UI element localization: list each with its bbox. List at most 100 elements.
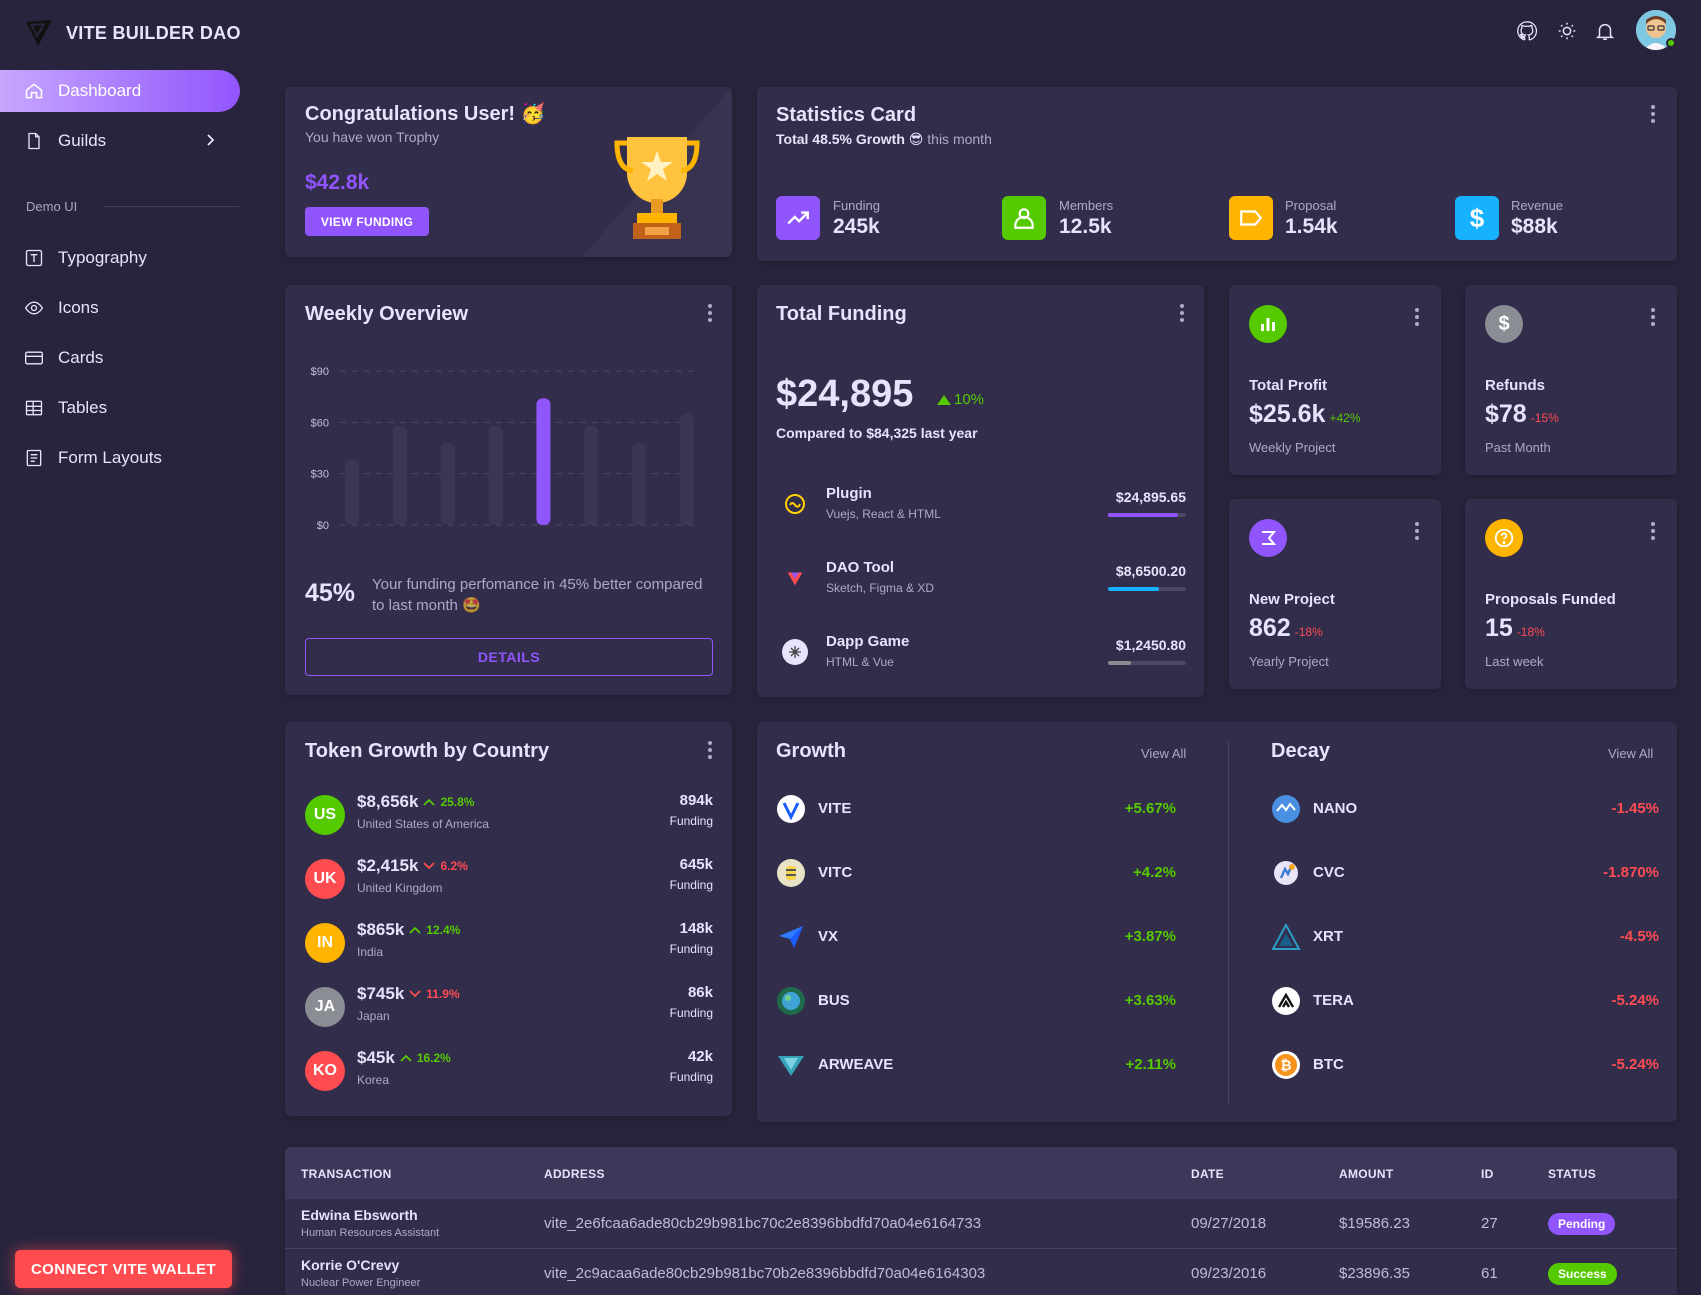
sidebar-item-guilds[interactable]: Guilds (0, 120, 240, 162)
trophy-icon (614, 137, 700, 239)
mini-card-sub: Weekly Project (1249, 440, 1336, 455)
weekly-bar-chart: $90 $60 $30 $0 (311, 366, 695, 532)
sidebar-item-typography[interactable]: Typography (0, 237, 240, 279)
eye-icon (24, 298, 44, 318)
transaction-id: 27 (1481, 1215, 1498, 1232)
transaction-amount: $19586.23 (1339, 1215, 1410, 1232)
country-name: United States of America (357, 817, 490, 831)
refunds-menu-button[interactable] (1643, 305, 1663, 329)
dapp-game-icon (782, 639, 808, 665)
bus-token-icon (776, 986, 806, 1021)
token-change: -5.24% (1611, 992, 1659, 1009)
table-header: ID (1481, 1167, 1494, 1181)
country-name: Japan (357, 1009, 390, 1023)
token-change: +2.11% (1125, 1056, 1176, 1073)
sidebar-divider (104, 206, 239, 207)
proposals-funded-menu-button[interactable] (1643, 519, 1663, 543)
statistics-menu-button[interactable] (1643, 102, 1663, 126)
total-profit-menu-button[interactable] (1407, 305, 1427, 329)
total-funding-menu-button[interactable] (1172, 301, 1192, 325)
weekly-bar (536, 398, 551, 525)
brand-name: VITE BUILDER DAO (66, 22, 241, 43)
brand[interactable]: VITE BUILDER DAO (24, 18, 241, 48)
country-row[interactable]: IN $865k 12.4% India 148k Funding (305, 920, 713, 966)
github-button[interactable] (1516, 20, 1540, 44)
country-change: 11.9% (426, 987, 460, 1001)
token-name: BTC (1313, 1056, 1344, 1073)
table-header-row (285, 1147, 1677, 1199)
stat-value: 1.54k (1285, 215, 1338, 238)
triangle-up-icon (937, 394, 951, 405)
country-funding: 42k (687, 1048, 713, 1065)
table-row[interactable]: Edwina Ebsworth Human Resources Assistan… (285, 1199, 1677, 1249)
growth-row[interactable]: VX +3.87% (776, 920, 1190, 954)
view-funding-button[interactable]: VIEW FUNDING (305, 207, 429, 236)
sidebar-item-form-layouts[interactable]: Form Layouts (0, 437, 240, 479)
country-row[interactable]: KO $45k 16.2% Korea 42k Funding (305, 1048, 713, 1094)
sidebar-item-label: Typography (58, 248, 147, 267)
dollar-icon: $ (1485, 305, 1523, 343)
token-change: +5.67% (1124, 800, 1176, 817)
funding-item-sub: HTML & Vue (826, 655, 894, 669)
token-name: TERA (1313, 992, 1354, 1009)
growth-row[interactable]: ARWEAVE +2.11% (776, 1048, 1190, 1082)
country-funding-label: Funding (669, 942, 713, 956)
chevron-up-icon (409, 921, 421, 939)
sidebar-item-dashboard[interactable]: Dashboard (0, 70, 240, 112)
country-row[interactable]: US $8,656k 25.8% United States of Americ… (305, 792, 713, 838)
country-amount-row: $2,415k 6.2% (357, 856, 468, 876)
funding-item-sub: Vuejs, React & HTML (826, 507, 941, 521)
sidebar-item-icons[interactable]: Icons (0, 287, 240, 329)
decay-view-all-link[interactable]: View All (1608, 746, 1653, 761)
weekly-menu-button[interactable] (700, 301, 720, 325)
table-header: STATUS (1548, 1167, 1597, 1181)
decay-row[interactable]: NANO -1.45% (1271, 792, 1659, 826)
country-amount-row: $745k 11.9% (357, 984, 460, 1004)
funding-item-name: DAO Tool (826, 559, 895, 576)
decay-row[interactable]: TERA -5.24% (1271, 984, 1659, 1018)
online-status-dot (1666, 38, 1676, 48)
country-amount: $8,656k (357, 792, 419, 811)
growth-row[interactable]: BUS +3.63% (776, 984, 1190, 1018)
transaction-role: Nuclear Power Engineer (301, 1277, 421, 1289)
country-name: United Kingdom (357, 881, 443, 895)
theme-toggle-button[interactable] (1556, 20, 1580, 44)
transaction-role: Human Resources Assistant (301, 1227, 440, 1239)
trophy-title: Congratulations User! 🥳 (305, 103, 546, 125)
funding-row[interactable]: Dapp Game HTML & Vue $1,2450.80 (776, 633, 1186, 681)
country-row[interactable]: UK $2,415k 6.2% United Kingdom 645k Fund… (305, 856, 713, 902)
token-name: XRT (1313, 928, 1343, 945)
connect-wallet-button[interactable]: CONNECT VITE WALLET (15, 1250, 232, 1288)
country-row[interactable]: JA $745k 11.9% Japan 86k Funding (305, 984, 713, 1030)
y-tick-label: $60 (311, 417, 329, 429)
decay-row[interactable]: ₿ BTC -5.24% (1271, 1048, 1659, 1082)
decay-row[interactable]: CVC -1.870% (1271, 856, 1659, 890)
token-growth-menu-button[interactable] (700, 738, 720, 762)
transactions-table: TRANSACTION ADDRESS DATE AMOUNT ID STATU… (285, 1147, 1677, 1295)
funding-row[interactable]: DAO Tool Sketch, Figma & XD $8,6500.20 (776, 559, 1186, 607)
new-project-menu-button[interactable] (1407, 519, 1427, 543)
sidebar-item-cards[interactable]: Cards (0, 337, 240, 379)
transaction-name: Edwina Ebsworth (301, 1207, 418, 1223)
y-tick-label: $90 (311, 366, 329, 378)
sun-icon (1558, 22, 1576, 40)
funding-row[interactable]: Plugin Vuejs, React & HTML $24,895.65 (776, 485, 1186, 533)
svg-text:₿: ₿ (1280, 1057, 1291, 1073)
growth-row[interactable]: VITE +5.67% (776, 792, 1190, 826)
country-amount: $745k (357, 984, 405, 1003)
details-button[interactable]: DETAILS (305, 638, 713, 676)
growth-view-all-link[interactable]: View All (1141, 746, 1186, 761)
revenue-dollar-icon: $ (1455, 196, 1499, 240)
sidebar-item-tables[interactable]: Tables (0, 387, 240, 429)
table-row[interactable]: Korrie O'Crevy Nuclear Power Engineer vi… (285, 1249, 1677, 1295)
sidebar-item-label: Guilds (58, 131, 107, 150)
party-emoji-icon: 🥳 (520, 103, 546, 125)
notifications-button[interactable] (1594, 20, 1618, 44)
country-avatar: UK (305, 859, 345, 899)
growth-row[interactable]: VITC +4.2% (776, 856, 1190, 890)
chart-icon (1249, 305, 1287, 343)
token-growth-card: Token Growth by Country US $8,656k 25.8%… (285, 722, 732, 1116)
decay-row[interactable]: XRT -4.5% (1271, 920, 1659, 954)
mini-card-value: 15 (1485, 614, 1513, 642)
funding-progress-track (1108, 661, 1186, 665)
